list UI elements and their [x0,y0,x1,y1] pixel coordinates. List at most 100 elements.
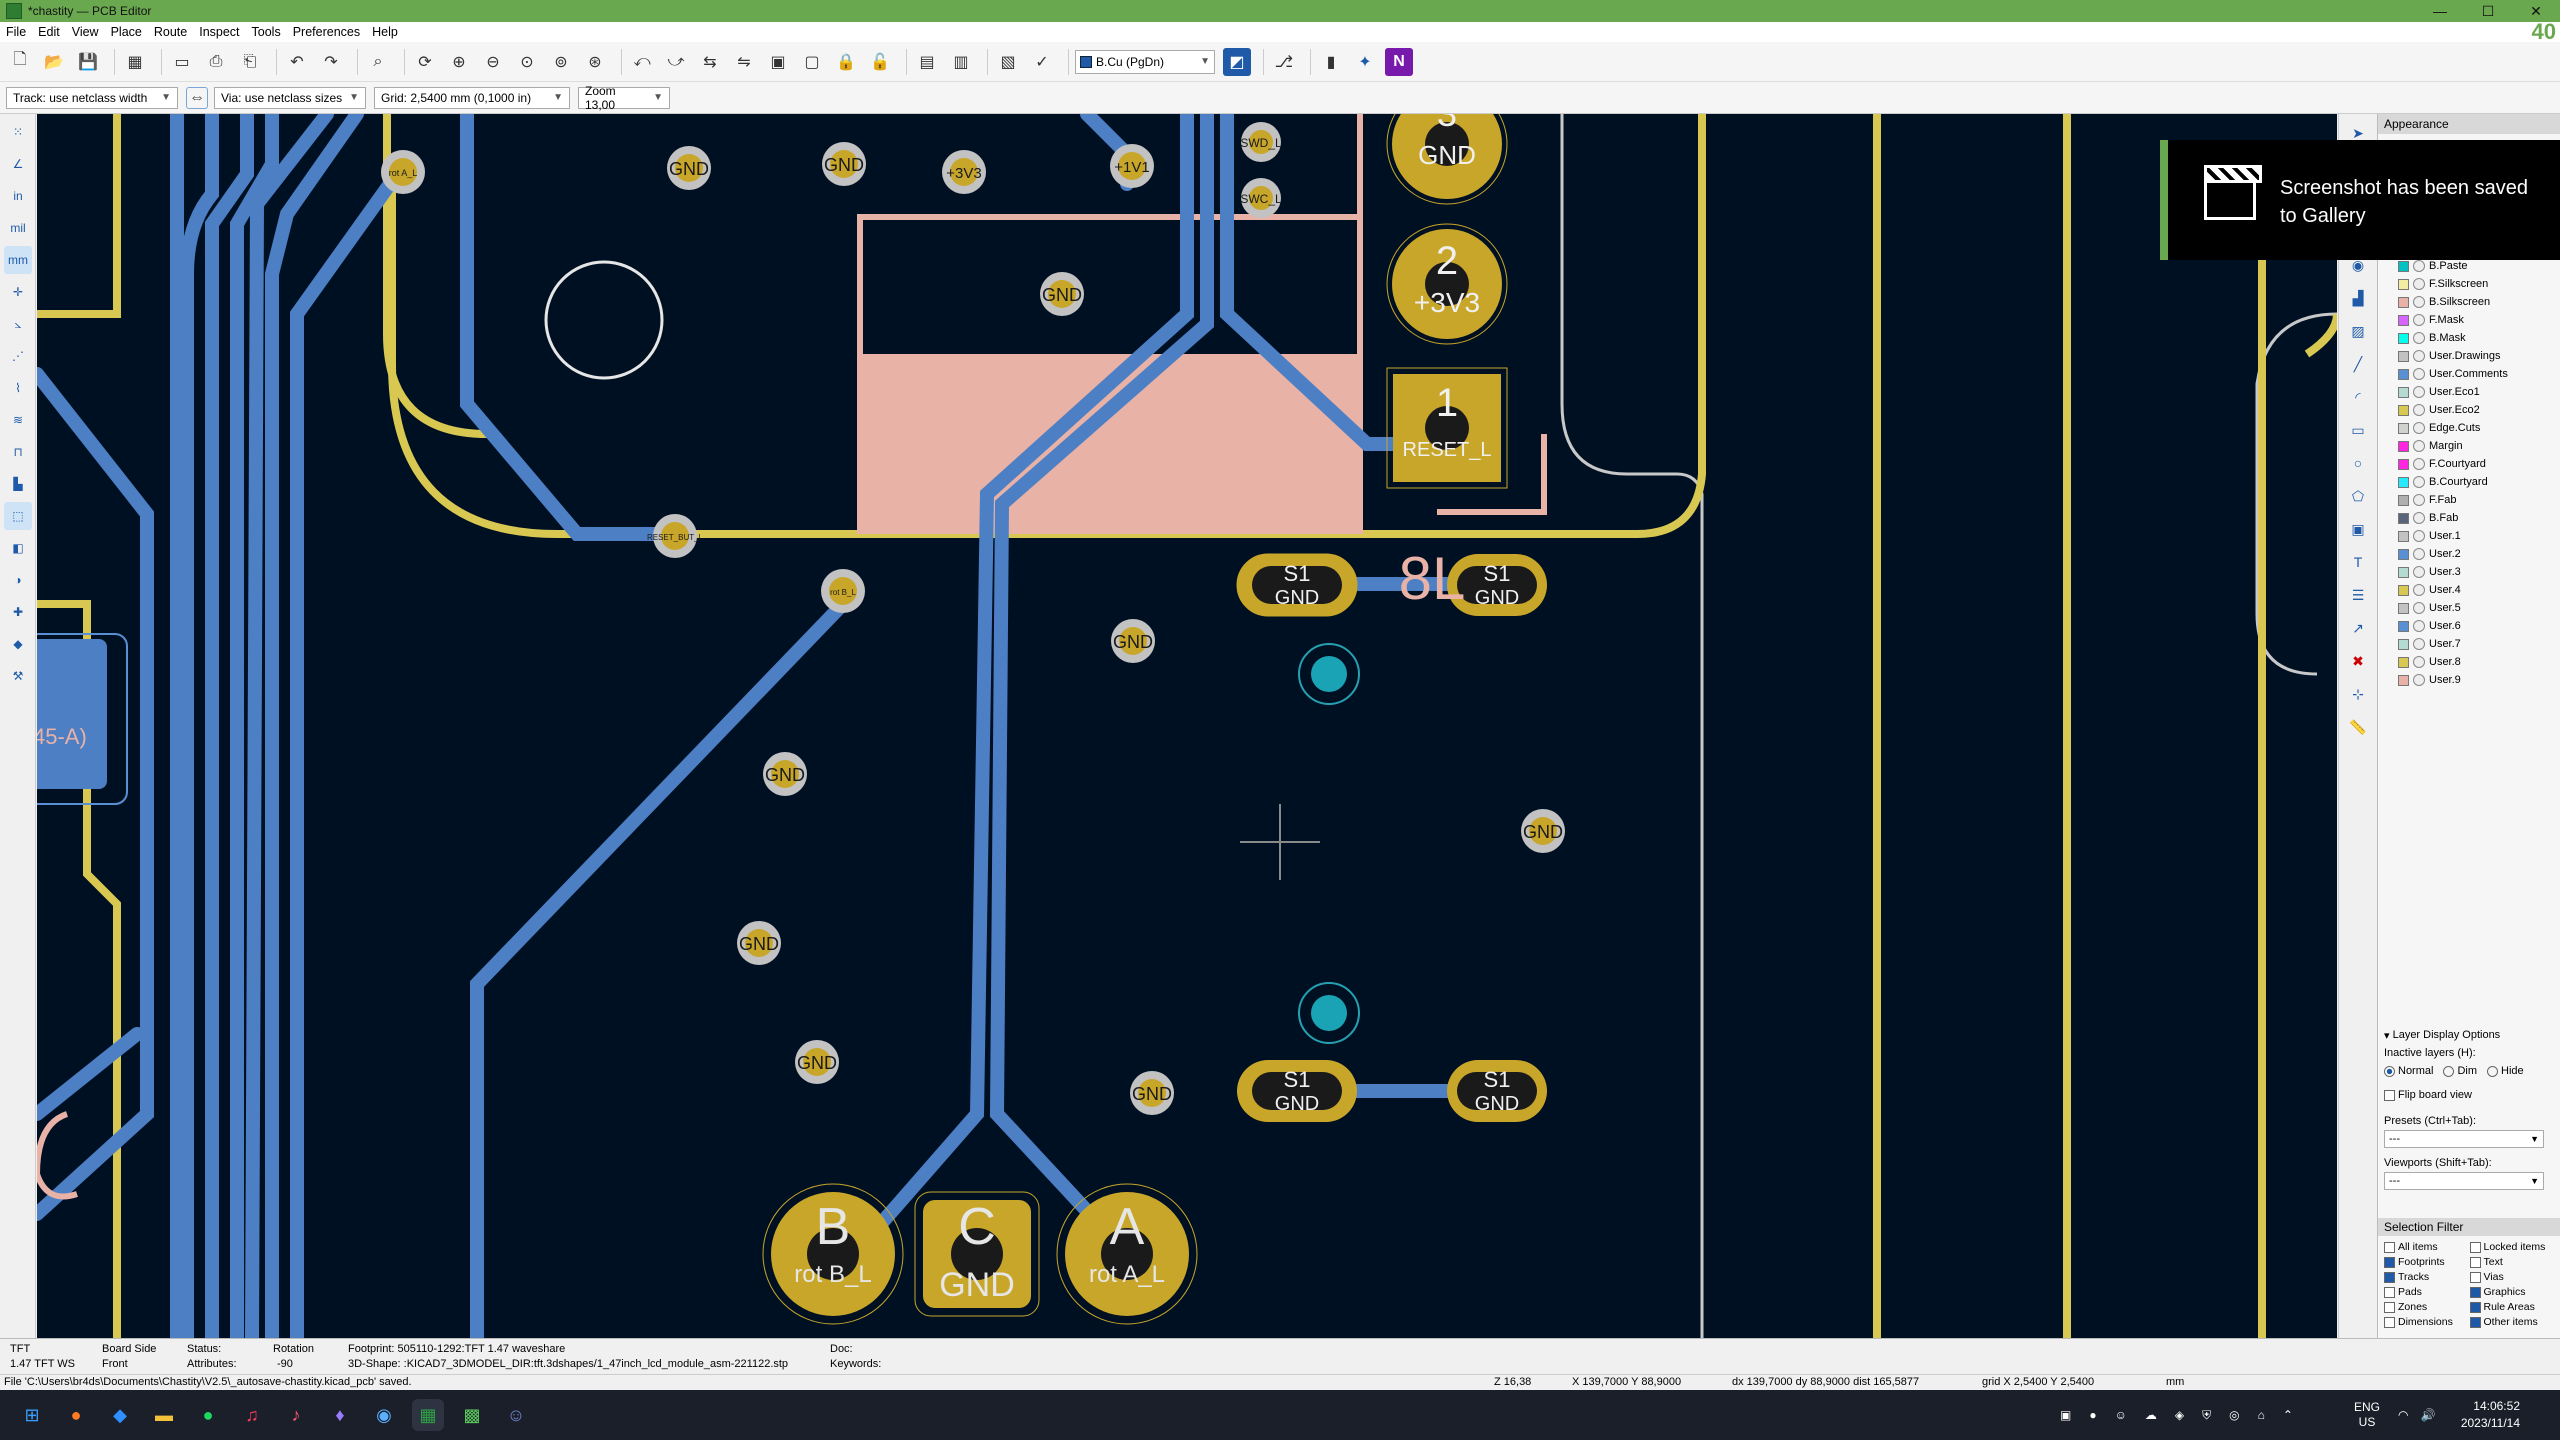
vscode-icon[interactable]: ◆ [104,1399,136,1431]
layer-row[interactable]: User.6 [2378,617,2560,635]
filter-checkbox[interactable] [2469,1271,2481,1283]
layer-color-swatch[interactable] [2398,602,2409,614]
menu-preferences[interactable]: Preferences [293,25,360,39]
discord-tray-icon[interactable]: ☺ [2115,1408,2127,1422]
draw-rectangle-icon[interactable]: ▭ [2344,416,2372,444]
visibility-eye-icon[interactable] [2413,440,2425,452]
selection-filter-item[interactable]: All items [2384,1240,2470,1254]
onedrive-icon[interactable]: ☁ [2145,1408,2157,1422]
cursor-shape-icon[interactable]: ✛ [4,278,32,306]
layer-row[interactable]: F.Fab [2378,491,2560,509]
kicad-pcb-icon[interactable]: ▦ [412,1399,444,1431]
layer-color-swatch[interactable] [2398,404,2409,416]
chevron-up-icon[interactable]: ⌃ [2283,1408,2293,1422]
add-dimension-icon[interactable]: ↗ [2344,614,2372,642]
inactive-dim-radio[interactable] [2443,1065,2455,1077]
unlock-icon[interactable]: 🔓 [866,48,894,76]
layer-pair-icon[interactable]: ◩ [1223,47,1251,76]
layer-color-swatch[interactable] [2398,278,2409,290]
layer-color-swatch[interactable] [2398,422,2409,434]
layer-color-swatch[interactable] [2398,638,2409,650]
update-from-schematic-icon[interactable]: ▥ [947,48,975,76]
active-layer-select[interactable]: B.Cu (PgDn) ▼ [1075,49,1215,74]
layer-row[interactable]: User.8 [2378,653,2560,671]
rotate-ccw-icon[interactable]: ⤺ [628,48,656,76]
ungroup-icon[interactable]: ▢ [798,48,826,76]
ratsnest-icon[interactable]: ⋰ [4,342,32,370]
add-image-icon[interactable]: ▣ [2344,515,2372,543]
filter-checkbox[interactable] [2384,1271,2395,1283]
visibility-eye-icon[interactable] [2413,368,2425,380]
layer-color-swatch[interactable] [2398,296,2409,308]
auto-track-width-icon[interactable]: ⇔ [186,86,208,109]
drc-icon[interactable]: ✓ [1028,48,1056,76]
draw-polygon-icon[interactable]: ⬠ [2344,482,2372,510]
print-icon[interactable]: ⎙ [202,48,230,76]
visibility-eye-icon[interactable] [2413,386,2425,398]
grid-toggle-icon[interactable]: ⁙ [4,118,32,146]
layer-row[interactable]: User.Drawings [2378,347,2560,365]
maximize-button[interactable]: ☐ [2464,0,2512,22]
selection-filter-item[interactable]: Zones [2384,1300,2470,1314]
group-icon[interactable]: ▣ [764,48,792,76]
zoom-selection-icon[interactable]: ⊛ [581,48,609,76]
layer-row[interactable]: User.4 [2378,581,2560,599]
track-dimension-icon[interactable]: ✚ [4,598,32,626]
inactive-normal-radio[interactable] [2384,1065,2395,1077]
selection-filter-item[interactable]: Graphics [2469,1285,2556,1299]
layer-color-swatch[interactable] [2398,530,2409,542]
undo-icon[interactable]: ↶ [283,48,311,76]
layer-color-swatch[interactable] [2398,494,2409,506]
nvidia-icon[interactable]: ▣ [2060,1408,2071,1422]
layer-color-swatch[interactable] [2398,584,2409,596]
layer-color-swatch[interactable] [2398,458,2409,470]
track-width-select[interactable]: Track: use netclass width ▼ [6,86,178,109]
find-icon[interactable]: ⌕ [364,48,392,76]
minimize-button[interactable]: — [2416,0,2464,22]
zoom-objects-icon[interactable]: ⊚ [547,48,575,76]
outline-pads-icon[interactable]: ⊓ [4,438,32,466]
layer-row[interactable]: User.2 [2378,545,2560,563]
visibility-eye-icon[interactable] [2413,494,2425,506]
unit-mm-button[interactable]: mm [4,246,32,274]
layer-color-swatch[interactable] [2398,548,2409,560]
visibility-eye-icon[interactable] [2413,314,2425,326]
zoom-select[interactable]: Zoom 13,00 ▼ [578,84,670,112]
viewports-select[interactable]: --- ▼ [2384,1172,2544,1190]
scripting-console-icon[interactable]: ▮ [1317,48,1345,76]
filter-checkbox[interactable] [2384,1241,2395,1253]
filter-checkbox[interactable] [2469,1256,2481,1268]
add-rule-area-icon[interactable]: ▨ [2344,317,2372,345]
browser-icon[interactable]: ◉ [368,1399,400,1431]
zoom-in-icon[interactable]: ⊕ [445,48,473,76]
filter-checkbox[interactable] [2469,1316,2481,1328]
layer-color-swatch[interactable] [2398,260,2409,272]
selection-filter-item[interactable]: Locked items [2469,1240,2556,1254]
visibility-eye-icon[interactable] [2413,548,2425,560]
filter-checkbox[interactable] [2469,1301,2481,1313]
layer-row[interactable]: User.3 [2378,563,2560,581]
menu-tools[interactable]: Tools [252,25,281,39]
board-setup-icon[interactable]: ▦ [121,48,149,76]
visibility-eye-icon[interactable] [2413,278,2425,290]
network-icon[interactable]: ⌂ [2258,1408,2265,1422]
layer-row[interactable]: B.Silkscreen [2378,293,2560,311]
delete-tool-icon[interactable]: ✖ [2344,647,2372,675]
discord-icon[interactable]: ☺ [500,1399,532,1431]
file-explorer-icon[interactable]: ▬ [148,1399,180,1431]
visibility-eye-icon[interactable] [2413,620,2425,632]
menu-help[interactable]: Help [372,25,398,39]
layer-row[interactable]: User.7 [2378,635,2560,653]
visibility-eye-icon[interactable] [2413,674,2425,686]
draw-line-icon[interactable]: ╱ [2344,350,2372,378]
visibility-eye-icon[interactable] [2413,458,2425,470]
highcontrast-icon[interactable]: ◧ [4,534,32,562]
redo-icon[interactable]: ↷ [317,48,345,76]
properties-icon[interactable]: ⚒ [4,662,32,690]
add-textbox-icon[interactable]: ☰ [2344,581,2372,609]
unit-inch-button[interactable]: in [4,182,32,210]
visibility-eye-icon[interactable] [2413,638,2425,650]
autoroute-icon[interactable]: ⎇ [1270,48,1298,76]
inactive-hide-radio[interactable] [2487,1065,2499,1077]
layer-color-swatch[interactable] [2398,620,2409,632]
